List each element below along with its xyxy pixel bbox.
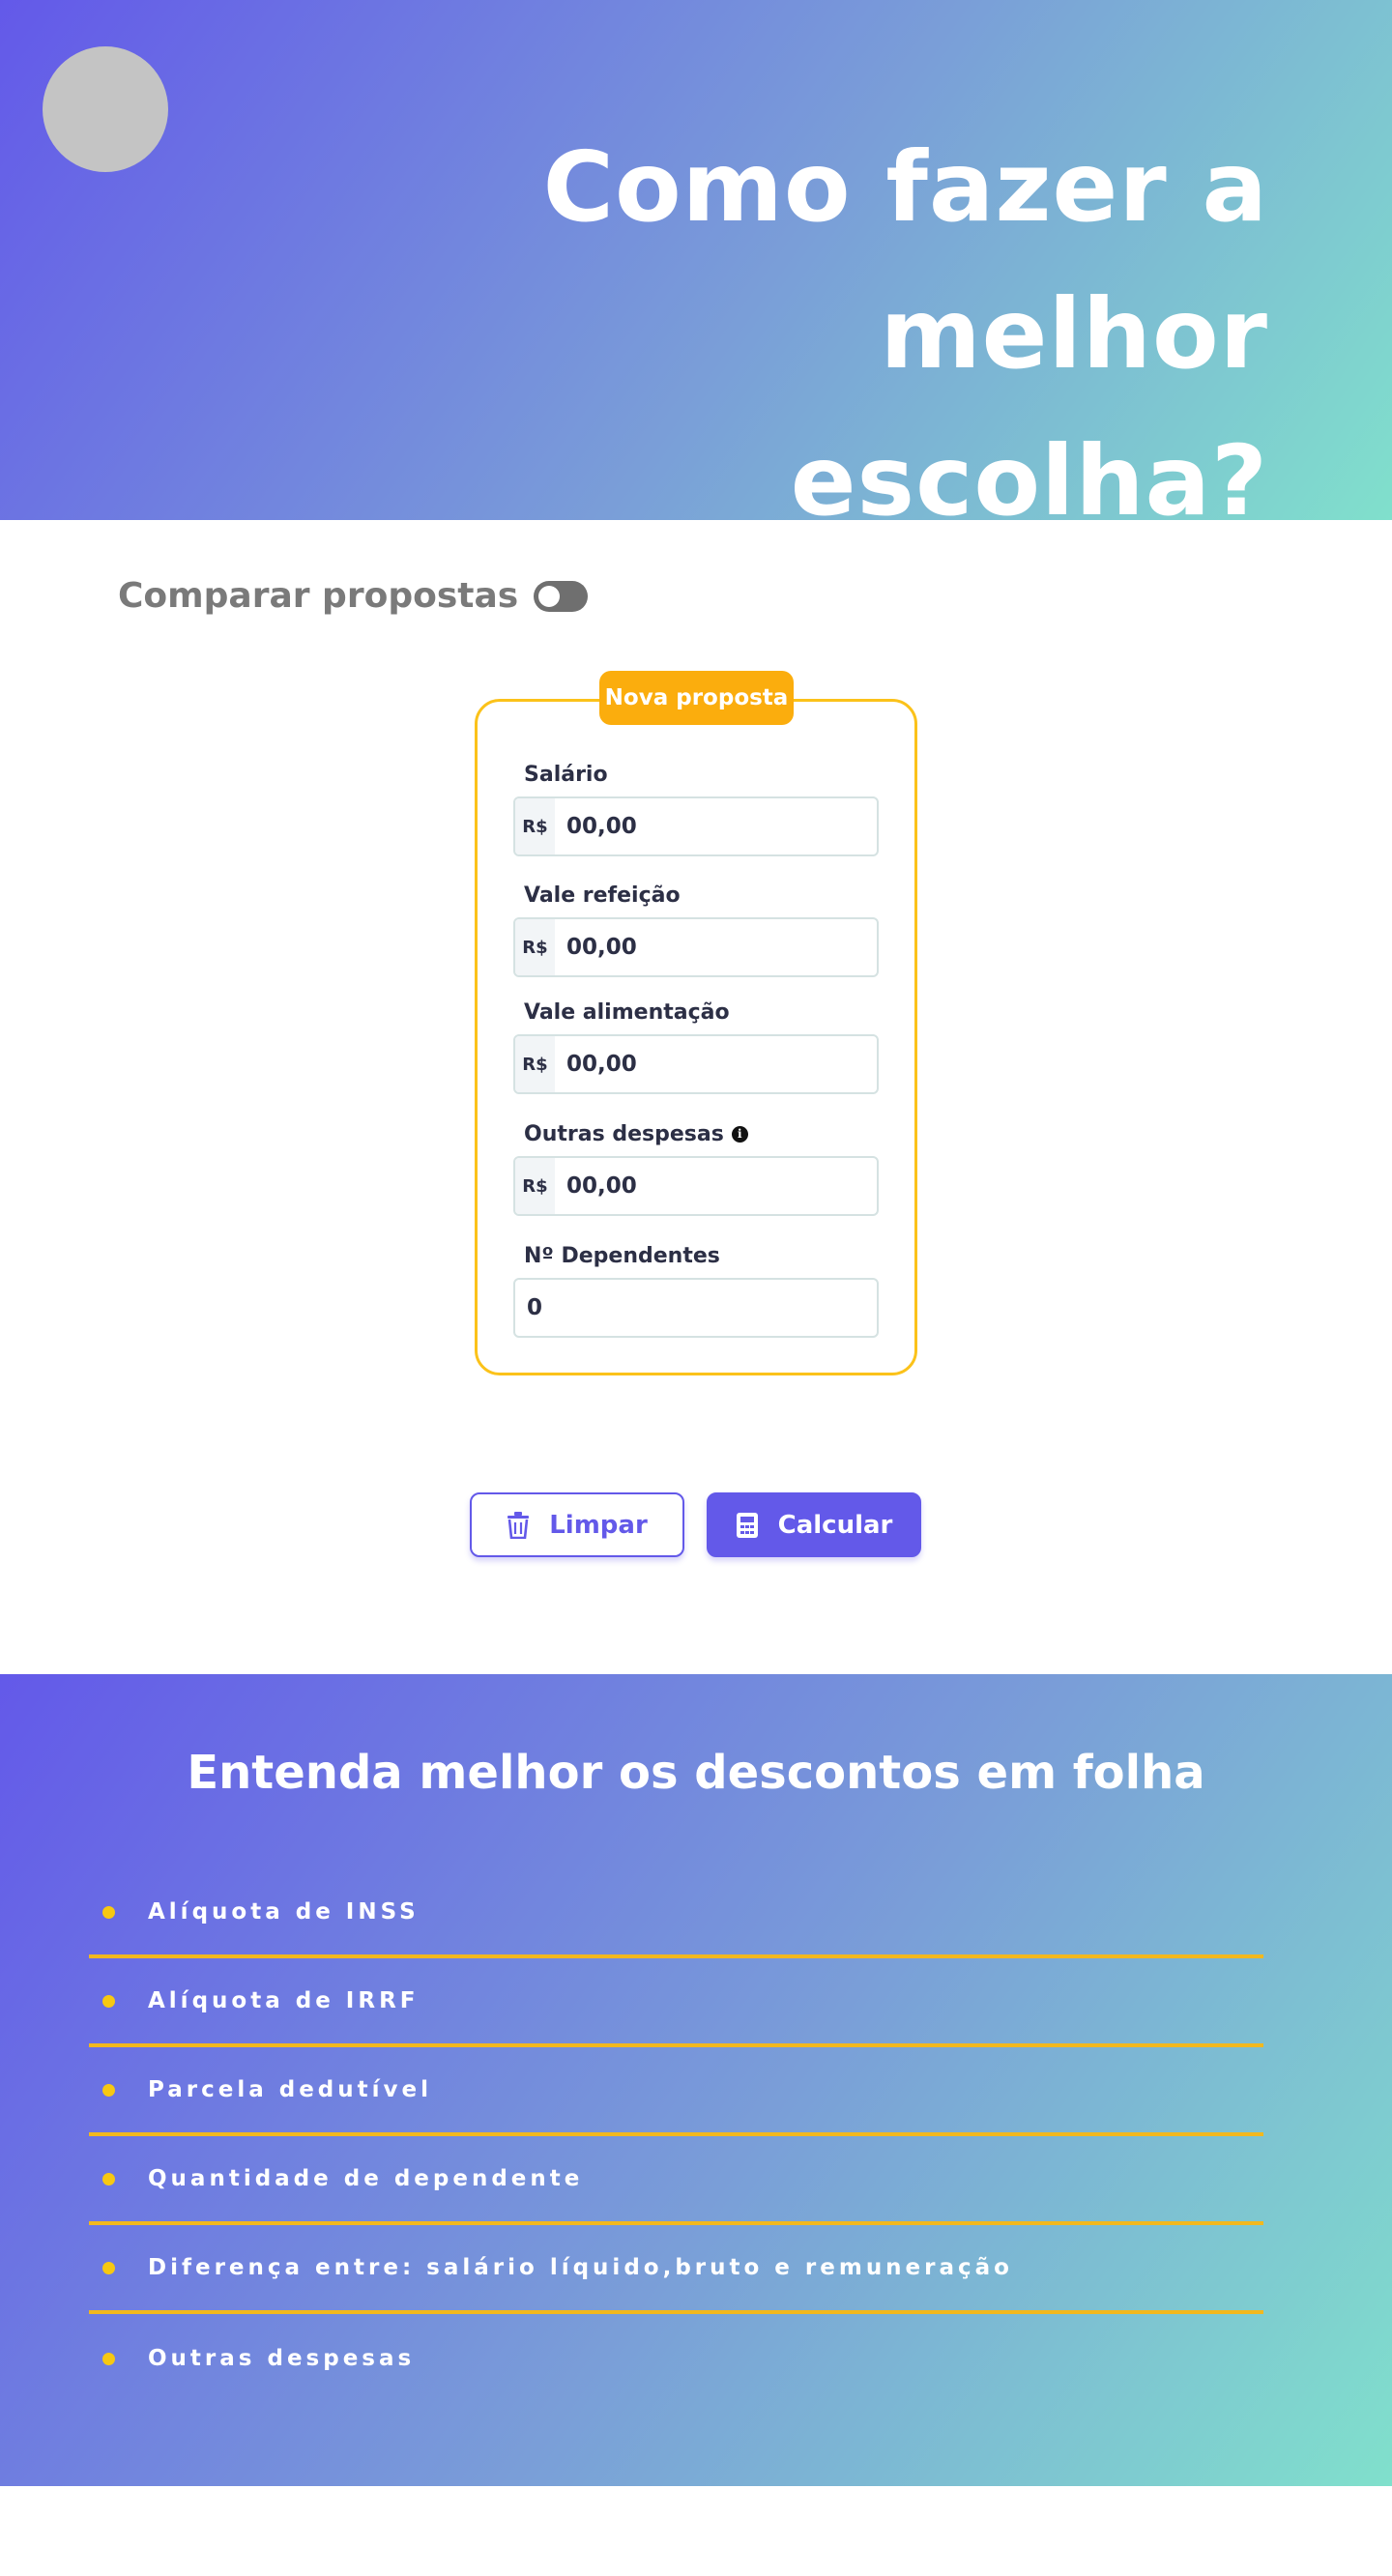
section-title: Entenda melhor os descontos em folha bbox=[187, 1746, 1205, 1800]
dependents-label: Nº Dependentes bbox=[524, 1243, 720, 1268]
salary-input[interactable] bbox=[555, 798, 877, 854]
list-item[interactable]: Alíquota de INSS bbox=[89, 1869, 1263, 1958]
bullet-icon bbox=[102, 2261, 115, 2274]
topics-list: Alíquota de INSS Alíquota de IRRF Parcel… bbox=[89, 1869, 1263, 2403]
bullet-icon bbox=[102, 1994, 115, 2008]
compare-proposals-toggle[interactable] bbox=[534, 580, 589, 612]
food-voucher-input[interactable] bbox=[555, 1036, 877, 1092]
compare-proposals-label: Comparar propostas bbox=[118, 576, 519, 616]
clear-button-label: Limpar bbox=[549, 1510, 648, 1540]
list-item[interactable]: Outras despesas bbox=[89, 2314, 1263, 2403]
hero-banner: Como fazer a melhor escolha? bbox=[0, 0, 1392, 537]
meal-voucher-input-group: R$ bbox=[513, 917, 879, 977]
salary-input-group: R$ bbox=[513, 796, 879, 856]
topic-label: Outras despesas bbox=[148, 2346, 416, 2371]
currency-prefix: R$ bbox=[515, 919, 555, 975]
hero-title: Como fazer a melhor escolha? bbox=[398, 114, 1268, 555]
salary-label: Salário bbox=[524, 762, 608, 787]
avatar[interactable] bbox=[43, 46, 168, 172]
trash-icon bbox=[507, 1511, 530, 1539]
clear-button[interactable]: Limpar bbox=[470, 1492, 684, 1557]
bullet-icon bbox=[102, 2083, 115, 2097]
dependents-field: Nº Dependentes bbox=[513, 1241, 879, 1338]
other-expenses-label: Outras despesas bbox=[524, 1121, 724, 1146]
other-expenses-input[interactable] bbox=[555, 1158, 877, 1214]
currency-prefix: R$ bbox=[515, 798, 555, 854]
list-item[interactable]: Quantidade de dependente bbox=[89, 2136, 1263, 2225]
food-voucher-field: Vale alimentação R$ bbox=[513, 998, 879, 1094]
topic-label: Parcela dedutível bbox=[148, 2077, 433, 2102]
list-item[interactable]: Parcela dedutível bbox=[89, 2047, 1263, 2136]
currency-prefix: R$ bbox=[515, 1036, 555, 1092]
dependents-input[interactable] bbox=[515, 1280, 877, 1336]
calculate-button[interactable]: Calcular bbox=[707, 1492, 921, 1557]
meal-voucher-input[interactable] bbox=[555, 919, 877, 975]
proposal-badge: Nova proposta bbox=[599, 671, 794, 725]
dependents-input-group bbox=[513, 1278, 879, 1338]
bullet-icon bbox=[102, 2352, 115, 2365]
calculator-icon bbox=[736, 1512, 759, 1539]
other-expenses-input-group: R$ bbox=[513, 1156, 879, 1216]
payroll-deductions-section: Entenda melhor os descontos em folha Alí… bbox=[0, 1674, 1392, 2486]
bullet-icon bbox=[102, 1905, 115, 1919]
topic-label: Alíquota de INSS bbox=[148, 1899, 420, 1925]
topic-label: Alíquota de IRRF bbox=[148, 1988, 420, 2013]
calculate-button-label: Calcular bbox=[777, 1510, 893, 1540]
other-expenses-label-row: Outras despesas i bbox=[524, 1119, 879, 1148]
topic-label: Diferença entre: salário líquido,bruto e… bbox=[148, 2255, 1013, 2280]
compare-proposals-row: Comparar propostas bbox=[118, 576, 589, 616]
list-item[interactable]: Diferença entre: salário líquido,bruto e… bbox=[89, 2225, 1263, 2314]
meal-voucher-field: Vale refeição R$ bbox=[513, 881, 879, 977]
hero-title-line2: melhor escolha? bbox=[790, 277, 1268, 537]
food-voucher-label: Vale alimentação bbox=[524, 999, 730, 1025]
food-voucher-input-group: R$ bbox=[513, 1034, 879, 1094]
currency-prefix: R$ bbox=[515, 1158, 555, 1214]
salary-field: Salário R$ bbox=[513, 760, 879, 856]
list-item[interactable]: Alíquota de IRRF bbox=[89, 1958, 1263, 2047]
bullet-icon bbox=[102, 2172, 115, 2185]
other-expenses-field: Outras despesas i R$ bbox=[513, 1119, 879, 1216]
info-icon[interactable]: i bbox=[731, 1125, 748, 1143]
hero-title-line1: Como fazer a bbox=[542, 130, 1268, 244]
topic-label: Quantidade de dependente bbox=[148, 2166, 584, 2191]
meal-voucher-label: Vale refeição bbox=[524, 883, 681, 908]
toggle-knob bbox=[538, 585, 561, 607]
